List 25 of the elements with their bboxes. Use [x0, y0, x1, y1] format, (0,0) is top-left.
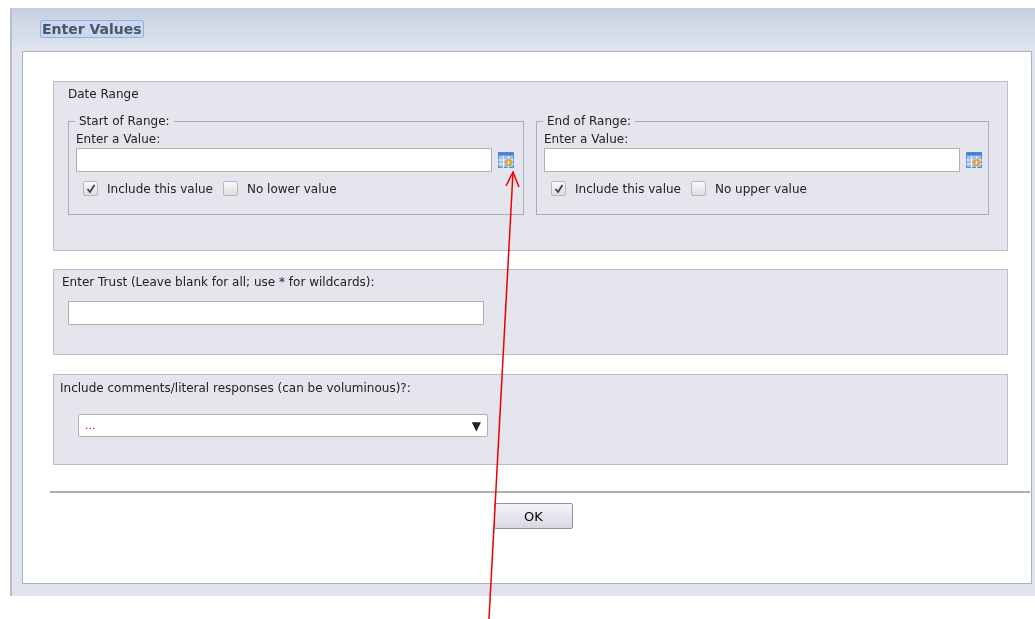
window-title: Enter Values	[40, 20, 144, 38]
field-label: Include comments/literal responses (can be voluminous)?:	[60, 381, 412, 395]
field-label: Enter a Value:	[544, 132, 630, 146]
checkbox[interactable]	[83, 181, 98, 196]
checkbox[interactable]	[551, 181, 566, 196]
trust-field[interactable]	[68, 301, 484, 325]
checkbox[interactable]	[691, 181, 706, 196]
fieldset-legend: End of Range:	[543, 114, 636, 128]
fieldset-legend: Start of Range:	[75, 114, 174, 128]
checkbox[interactable]	[223, 181, 238, 196]
field-label: Enter a Value:	[76, 132, 162, 146]
group-title: Date Range	[68, 87, 140, 101]
checkbox-label: No lower value	[247, 181, 337, 196]
calendar-icon[interactable]	[498, 152, 514, 168]
checkbox-label: Include this value	[575, 181, 681, 196]
checkbox-label: No upper value	[715, 181, 807, 196]
checkbox-label: Include this value	[107, 181, 213, 196]
field-label: Enter Trust (Leave blank for all; use * for wildcards):	[62, 275, 376, 289]
dropdown-caret: ▼	[471, 418, 481, 433]
calendar-icon[interactable]	[966, 152, 982, 168]
date-field[interactable]	[76, 148, 492, 172]
date-field[interactable]	[544, 148, 960, 172]
dropdown-value: ...	[85, 419, 96, 432]
comments-dropdown[interactable]: ... ▼	[78, 414, 488, 437]
ok-button[interactable]: OK	[494, 503, 573, 529]
